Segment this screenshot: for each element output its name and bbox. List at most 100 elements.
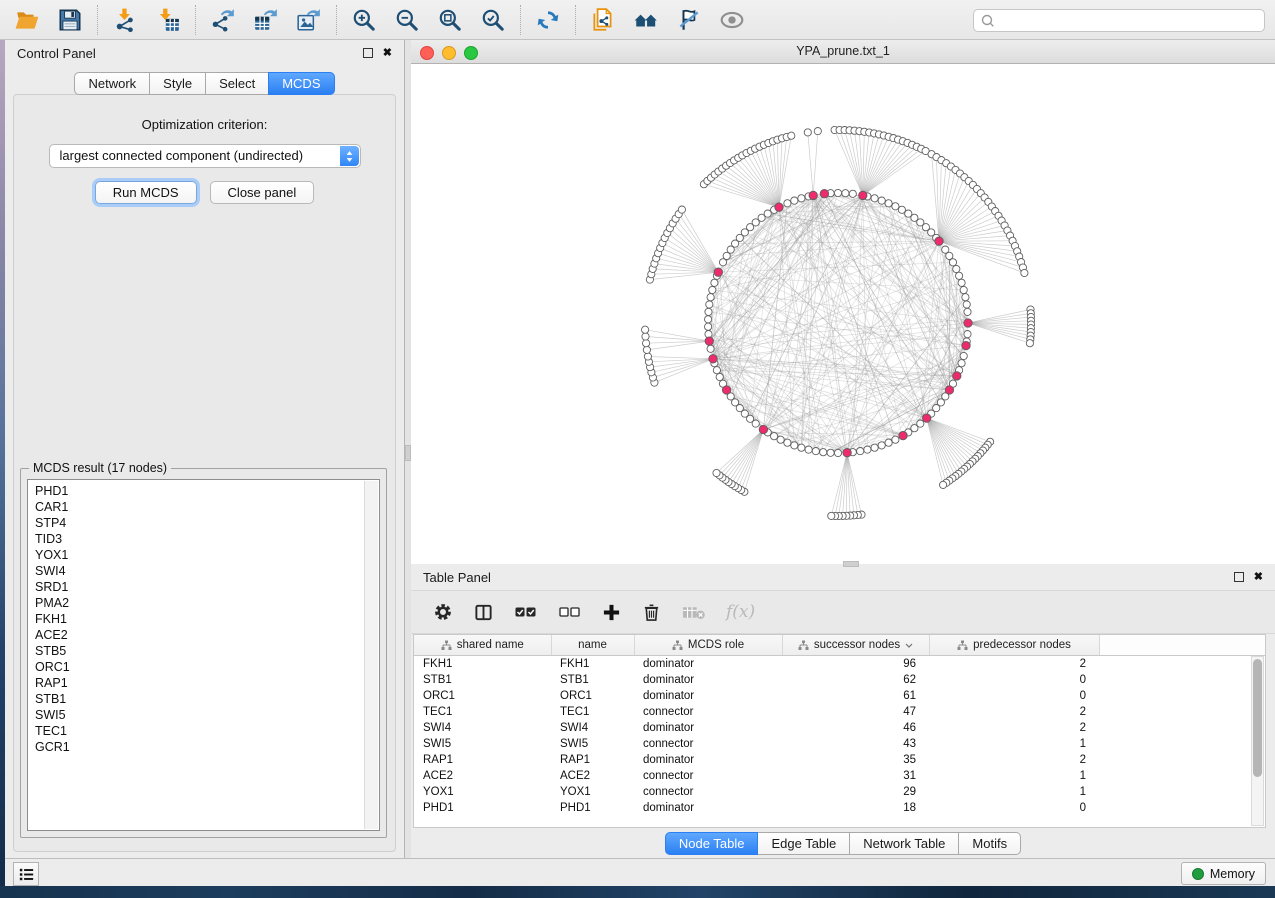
mcds-result-item[interactable]: SRD1 [35,579,379,595]
network-node[interactable] [716,373,723,380]
network-node[interactable] [834,189,841,196]
table-settings-button[interactable] [433,602,453,622]
network-hub-node[interactable] [935,237,943,245]
network-node[interactable] [705,323,712,330]
float-table-panel-icon[interactable] [1234,572,1244,582]
network-hub-node[interactable] [775,203,783,211]
network-node[interactable] [958,360,965,367]
network-node[interactable] [878,197,885,204]
chevron-down-icon[interactable] [905,643,913,648]
network-node[interactable] [777,436,784,443]
network-hub-node[interactable] [964,319,972,327]
network-node[interactable] [960,286,967,293]
save-session-button[interactable] [56,6,84,34]
network-node[interactable] [1026,340,1033,347]
network-node[interactable] [878,442,885,449]
network-hub-node[interactable] [953,372,961,380]
mcds-result-item[interactable]: STB1 [35,691,379,707]
close-panel-button[interactable]: Close panel [210,181,315,204]
import-network-button[interactable] [111,6,139,34]
network-node[interactable] [828,512,835,519]
network-canvas[interactable] [411,64,1275,564]
clone-network-button[interactable] [589,6,617,34]
network-node[interactable] [705,316,712,323]
network-node[interactable] [963,301,970,308]
mcds-result-item[interactable]: PHD1 [35,483,379,499]
table-row[interactable]: TEC1TEC1connector472 [414,704,1265,720]
deselect-all-button[interactable] [558,606,581,618]
table-row[interactable]: SWI5SWI5connector431 [414,736,1265,752]
table-scrollbar[interactable] [1251,656,1264,826]
split-view-button[interactable] [474,603,493,622]
network-node[interactable] [820,449,827,456]
network-node[interactable] [804,129,811,136]
network-hub-node[interactable] [809,191,817,199]
table-row[interactable]: FKH1FKH1dominator962 [414,656,1265,673]
network-node[interactable] [719,259,726,266]
network-node[interactable] [812,448,819,455]
refresh-button[interactable] [534,6,562,34]
mcds-result-item[interactable]: GCR1 [35,739,379,755]
open-file-button[interactable] [13,6,41,34]
network-node[interactable] [842,190,849,197]
network-node[interactable] [892,203,899,210]
network-node[interactable] [1021,269,1028,276]
run-mcds-button[interactable]: Run MCDS [95,181,197,204]
task-history-button[interactable] [13,862,39,886]
mcds-result-item[interactable]: SWI4 [35,563,379,579]
network-node[interactable] [788,132,795,139]
mcds-result-item[interactable]: STB5 [35,643,379,659]
network-node[interactable] [791,442,798,449]
network-node[interactable] [946,252,953,259]
network-node[interactable] [642,326,649,333]
network-node[interactable] [723,252,730,259]
delete-column-button[interactable] [642,602,661,622]
network-hub-node[interactable] [820,190,828,198]
table-row[interactable]: PHD1PHD1dominator180 [414,800,1265,816]
network-node[interactable] [798,444,805,451]
mcds-result-item[interactable]: YOX1 [35,547,379,563]
network-node[interactable] [964,331,971,338]
network-hub-node[interactable] [722,386,730,394]
column-header-shared-name[interactable]: shared name [414,635,551,656]
tab-style[interactable]: Style [149,72,206,95]
column-header-MCDS-role[interactable]: MCDS role [634,635,782,656]
zoom-fit-button[interactable] [436,6,464,34]
network-hub-node[interactable] [899,431,907,439]
mcds-result-item[interactable]: ORC1 [35,659,379,675]
table-row[interactable]: RAP1RAP1dominator352 [414,752,1265,768]
network-node[interactable] [771,433,778,440]
tab-mcds[interactable]: MCDS [268,72,334,95]
network-window-titlebar[interactable]: YPA_prune.txt_1 [411,40,1275,64]
network-node[interactable] [871,444,878,451]
network-node[interactable] [642,333,649,340]
network-node[interactable] [953,265,960,272]
export-image-button[interactable] [295,6,323,34]
open-session-home-button[interactable] [632,6,660,34]
select-all-button[interactable] [514,606,537,618]
network-node[interactable] [949,259,956,266]
memory-button[interactable]: Memory [1181,862,1266,885]
table-scrollbar-thumb[interactable] [1253,659,1262,777]
network-node[interactable] [798,195,805,202]
network-node[interactable] [707,294,714,301]
tab-network[interactable]: Network [74,72,150,95]
mcds-result-item[interactable]: FKH1 [35,611,379,627]
function-builder-button[interactable]: f(x) [726,602,755,622]
network-node[interactable] [960,352,967,359]
mcds-result-item[interactable]: ACE2 [35,627,379,643]
search-box[interactable] [973,9,1265,32]
zoom-selected-button[interactable] [479,6,507,34]
network-node[interactable] [956,272,963,279]
network-hub-node[interactable] [714,268,722,276]
table-row[interactable]: ACE2ACE2connector311 [414,768,1265,784]
mcds-list-scrollbar[interactable] [364,481,378,829]
mcds-result-item[interactable]: RAP1 [35,675,379,691]
zoom-out-button[interactable] [393,6,421,34]
tab-node-table[interactable]: Node Table [665,832,759,855]
zoom-in-button[interactable] [350,6,378,34]
criterion-select[interactable]: largest connected component (undirected) [49,144,361,168]
tab-edge-table[interactable]: Edge Table [757,832,850,855]
network-node[interactable] [644,353,651,360]
network-node[interactable] [709,286,716,293]
